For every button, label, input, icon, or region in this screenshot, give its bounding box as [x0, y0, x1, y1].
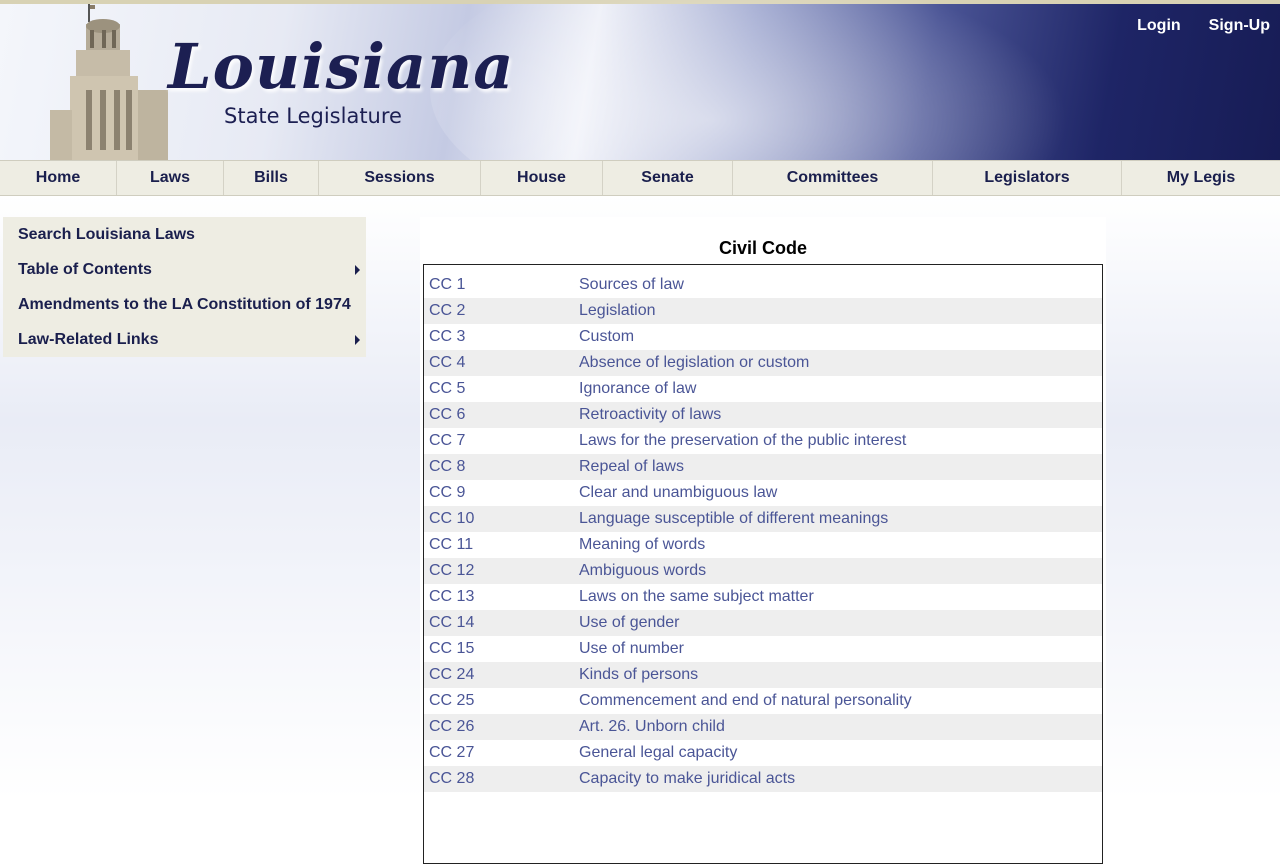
law-code-link[interactable]: CC 8 — [424, 458, 579, 476]
law-title-link[interactable]: Language susceptible of different meanin… — [579, 510, 1102, 528]
law-code-link[interactable]: CC 26 — [424, 718, 579, 736]
table-row[interactable]: CC 4 Absence of legislation or custom — [424, 350, 1102, 376]
law-code-link[interactable]: CC 13 — [424, 588, 579, 606]
sidebar-item-label: Law-Related Links — [18, 331, 159, 348]
law-title-link[interactable]: Ambiguous words — [579, 562, 1102, 580]
law-title-link[interactable]: Capacity to make juridical acts — [579, 770, 1102, 788]
nav-senate[interactable]: Senate — [603, 161, 733, 195]
header-banner: Louisiana State Legislature Login Sign-U… — [0, 0, 1280, 160]
law-code-link[interactable]: CC 25 — [424, 692, 579, 710]
sidebar-item-label: Table of Contents — [18, 261, 152, 278]
table-row[interactable]: CC 7 Laws for the preservation of the pub… — [424, 428, 1102, 454]
law-title-link[interactable]: Laws for the preservation of the public … — [579, 432, 1102, 450]
sidebar-menu: Search Louisiana Laws Table of Contents … — [3, 217, 366, 357]
law-code-link[interactable]: CC 14 — [424, 614, 579, 632]
law-code-link[interactable]: CC 12 — [424, 562, 579, 580]
sidebar-item-amendments[interactable]: Amendments to the LA Constitution of 197… — [3, 287, 366, 322]
law-code-link[interactable]: CC 28 — [424, 770, 579, 788]
table-row[interactable]: CC 2 Legislation — [424, 298, 1102, 324]
law-title-link[interactable]: Clear and unambiguous law — [579, 484, 1102, 502]
law-title-link[interactable]: Art. 26. Unborn child — [579, 718, 1102, 736]
sidebar-item-table-of-contents[interactable]: Table of Contents — [3, 252, 366, 287]
law-title-link[interactable]: Absence of legislation or custom — [579, 354, 1102, 372]
law-table: CC 1 Sources of law CC 2 Legislation CC 3 Cus… — [423, 264, 1103, 864]
nav-laws[interactable]: Laws — [117, 161, 224, 195]
law-title-link[interactable]: General legal capacity — [579, 744, 1102, 762]
law-title-link[interactable]: Laws on the same subject matter — [579, 588, 1102, 606]
signup-link[interactable]: Sign-Up — [1209, 17, 1270, 35]
sidebar-item-label: Amendments to the LA Constitution of 197… — [18, 296, 351, 313]
submenu-arrow-icon — [355, 335, 360, 345]
sidebar-item-search-laws[interactable]: Search Louisiana Laws — [3, 217, 366, 252]
law-code-link[interactable]: CC 2 — [424, 302, 579, 320]
law-title-link[interactable]: Sources of law — [579, 276, 1102, 294]
nav-my-legis[interactable]: My Legis — [1122, 161, 1280, 195]
table-row[interactable]: CC 1 Sources of law — [424, 272, 1102, 298]
law-code-link[interactable]: CC 4 — [424, 354, 579, 372]
banner-swoosh — [430, 0, 1130, 160]
content-panel: Civil Code CC 1 Sources of law CC 2 Legisla… — [420, 217, 1106, 864]
law-code-link[interactable]: CC 15 — [424, 640, 579, 658]
law-title-link[interactable]: Retroactivity of laws — [579, 406, 1102, 424]
table-row[interactable]: CC 6 Retroactivity of laws — [424, 402, 1102, 428]
table-row[interactable]: CC 14 Use of gender — [424, 610, 1102, 636]
law-code-link[interactable]: CC 7 — [424, 432, 579, 450]
table-row[interactable]: CC 10 Language susceptible of different m… — [424, 506, 1102, 532]
capitol-building-icon — [50, 4, 168, 160]
law-code-link[interactable]: CC 5 — [424, 380, 579, 398]
table-row[interactable]: CC 12 Ambiguous words — [424, 558, 1102, 584]
law-title-link[interactable]: Repeal of laws — [579, 458, 1102, 476]
law-title-link[interactable]: Ignorance of law — [579, 380, 1102, 398]
nav-legislators[interactable]: Legislators — [933, 161, 1122, 195]
table-row[interactable]: CC 5 Ignorance of law — [424, 376, 1102, 402]
law-title-link[interactable]: Meaning of words — [579, 536, 1102, 554]
law-code-link[interactable]: CC 10 — [424, 510, 579, 528]
nav-committees[interactable]: Committees — [733, 161, 933, 195]
table-row[interactable]: CC 27 General legal capacity — [424, 740, 1102, 766]
law-title-link[interactable]: Custom — [579, 328, 1102, 346]
sidebar-item-law-related-links[interactable]: Law-Related Links — [3, 322, 366, 357]
table-row[interactable]: CC 28 Capacity to make juridical acts — [424, 766, 1102, 792]
nav-house[interactable]: House — [481, 161, 603, 195]
nav-sessions[interactable]: Sessions — [319, 161, 481, 195]
page-title: Civil Code — [718, 238, 807, 258]
nav-home[interactable]: Home — [0, 161, 117, 195]
auth-links: Login Sign-Up — [1137, 17, 1270, 35]
table-row[interactable]: CC 13 Laws on the same subject matter — [424, 584, 1102, 610]
table-row[interactable]: CC 8 Repeal of laws — [424, 454, 1102, 480]
law-code-link[interactable]: CC 11 — [424, 536, 579, 554]
sidebar-item-label: Search Louisiana Laws — [18, 226, 195, 243]
law-title-link[interactable]: Use of gender — [579, 614, 1102, 632]
law-code-link[interactable]: CC 3 — [424, 328, 579, 346]
law-title-link[interactable]: Legislation — [579, 302, 1102, 320]
law-code-link[interactable]: CC 24 — [424, 666, 579, 684]
submenu-arrow-icon — [355, 265, 360, 275]
law-title-link[interactable]: Kinds of persons — [579, 666, 1102, 684]
law-code-link[interactable]: CC 27 — [424, 744, 579, 762]
login-link[interactable]: Login — [1137, 17, 1181, 35]
logo-title[interactable]: Louisiana — [168, 30, 514, 103]
table-row[interactable]: CC 3 Custom — [424, 324, 1102, 350]
law-title-link[interactable]: Use of number — [579, 640, 1102, 658]
logo-subtitle: State Legislature — [224, 104, 402, 128]
law-title-link[interactable]: Commencement and end of natural personal… — [579, 692, 1102, 710]
table-row[interactable]: CC 9 Clear and unambiguous law — [424, 480, 1102, 506]
main-nav: Home Laws Bills Sessions House Senate Co… — [0, 160, 1280, 196]
table-row[interactable]: CC 26 Art. 26. Unborn child — [424, 714, 1102, 740]
nav-bills[interactable]: Bills — [224, 161, 319, 195]
table-row[interactable]: CC 24 Kinds of persons — [424, 662, 1102, 688]
law-code-link[interactable]: CC 6 — [424, 406, 579, 424]
table-row[interactable]: CC 11 Meaning of words — [424, 532, 1102, 558]
law-code-link[interactable]: CC 9 — [424, 484, 579, 502]
law-code-link[interactable]: CC 1 — [424, 276, 579, 294]
table-row[interactable]: CC 25 Commencement and end of natural per… — [424, 688, 1102, 714]
table-row[interactable]: CC 15 Use of number — [424, 636, 1102, 662]
